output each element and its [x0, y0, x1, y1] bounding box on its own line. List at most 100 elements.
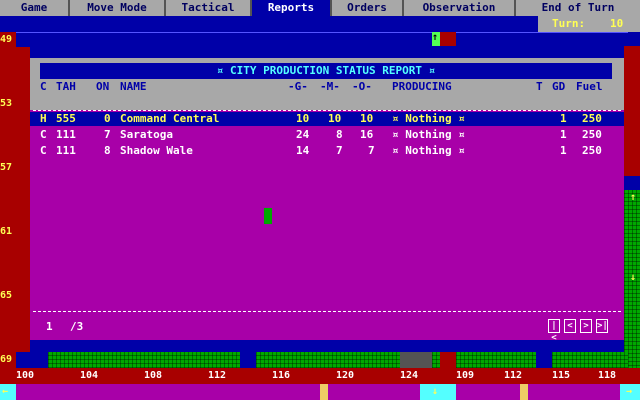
cell-g: 24	[296, 128, 310, 141]
cell-on: 8	[104, 144, 111, 157]
cell-g: 10	[296, 112, 310, 125]
menu-move-mode[interactable]: Move Mode	[70, 0, 166, 16]
map-right-red	[624, 46, 640, 176]
cell-gd: 1	[560, 128, 567, 141]
col-header-fuel: Fuel	[576, 80, 603, 93]
menu-reports[interactable]: Reports	[252, 0, 332, 16]
cell-fuel: 250	[582, 112, 602, 125]
row-coord-57: 57	[0, 162, 13, 173]
cell-on: 0	[104, 112, 111, 125]
row-coord-61: 61	[0, 226, 13, 237]
turn-indicator: Turn: 10	[538, 16, 640, 32]
col-header-c: C	[40, 80, 47, 93]
menu-observation[interactable]: Observation	[404, 0, 516, 16]
cell-producing: ¤ Nothing ¤	[392, 144, 465, 157]
cell-tah: 111	[56, 144, 76, 157]
list-top-divider	[33, 110, 621, 111]
col-header-name: NAME	[120, 80, 147, 93]
cell-name: Command Central	[120, 112, 220, 125]
cell-g: 14	[296, 144, 310, 157]
row-coord-65: 65	[0, 290, 13, 301]
cell-c: H	[40, 112, 47, 125]
cell-o: 7	[368, 144, 375, 157]
menu-bar: Game Move Mode Tactical Reports Orders O…	[0, 0, 640, 16]
scroll-up-arrow-icon[interactable]: ↑	[432, 32, 438, 44]
scroll-left-arrow-icon[interactable]: ←	[2, 386, 8, 398]
map-bottom-gray-tile	[400, 352, 432, 368]
turn-label: Turn:	[552, 17, 586, 30]
table-row[interactable]: H 555 0 Command Central 10 10 10 ¤ Nothi…	[30, 112, 624, 126]
page-total: /3	[70, 320, 84, 333]
cell-tah: 111	[56, 128, 76, 141]
col-header-m: -M-	[320, 80, 340, 93]
table-row[interactable]: C 111 8 Shadow Wale 14 7 7 ¤ Nothing ¤ 1…	[30, 144, 624, 158]
map-left-inner	[16, 46, 30, 356]
map-left-strip	[0, 32, 16, 368]
cell-m: 7	[336, 144, 343, 157]
col-coord-109: 109	[456, 370, 475, 381]
list-bottom-divider	[33, 311, 621, 312]
row-coord-69: 69	[0, 354, 13, 365]
col-coord-118: 118	[598, 370, 617, 381]
col-header-producing: PRODUCING	[392, 80, 452, 93]
col-coord-104: 104	[80, 370, 99, 381]
cell-gd: 1	[560, 144, 567, 157]
map-top-strip	[16, 32, 628, 47]
col-coord-108: 108	[144, 370, 163, 381]
menu-end-of-turn[interactable]: End of Turn	[516, 0, 640, 16]
cell-fuel: 250	[582, 128, 602, 141]
table-row[interactable]: C 111 7 Saratoga 24 8 16 ¤ Nothing ¤ 1 2…	[30, 128, 624, 142]
turn-value: 10	[610, 17, 624, 30]
row-coord-53: 53	[0, 98, 13, 109]
cell-tah: 555	[56, 112, 76, 125]
map-lower-yellow-b	[520, 384, 528, 400]
cell-name: Saratoga	[120, 128, 173, 141]
menu-game[interactable]: Game	[0, 0, 70, 16]
scroll-right-arrow-icon[interactable]: →	[626, 386, 632, 398]
scroll-up-arrow-icon-right[interactable]: ↑	[630, 192, 636, 204]
row-coord-49: 49	[0, 34, 13, 45]
col-header-t: T	[536, 80, 543, 93]
col-coord-112: 112	[208, 370, 227, 381]
cell-c: C	[40, 128, 47, 141]
report-title: ¤ CITY PRODUCTION STATUS REPORT ¤	[40, 63, 612, 79]
cell-m: 8	[336, 128, 343, 141]
cell-m: 10	[328, 112, 342, 125]
col-header-o: -O-	[352, 80, 372, 93]
cell-o: 16	[360, 128, 374, 141]
cell-c: C	[40, 144, 47, 157]
col-coord-116: 116	[272, 370, 291, 381]
col-header-on: ON	[96, 80, 110, 93]
map-bottom-red-tile	[440, 352, 456, 368]
map-top-red-tile	[440, 32, 456, 46]
cell-o: 10	[360, 112, 374, 125]
cell-fuel: 250	[582, 144, 602, 157]
cell-name: Shadow Wale	[120, 144, 193, 157]
text-cursor	[264, 208, 272, 224]
menu-tactical[interactable]: Tactical	[166, 0, 252, 16]
nav-prev-button[interactable]: <	[564, 319, 576, 333]
cell-producing: ¤ Nothing ¤	[392, 128, 465, 141]
map-bottom-water-mid	[240, 352, 256, 368]
col-coord-120: 120	[336, 370, 355, 381]
map-bottom-water-right	[536, 352, 552, 368]
col-coord-124: 124	[400, 370, 419, 381]
scroll-down-arrow-icon[interactable]: ↓	[432, 386, 438, 398]
col-header-g: -G-	[288, 80, 308, 93]
page-current: 1	[46, 320, 53, 333]
col-coord-100: 100	[16, 370, 35, 381]
nav-last-button[interactable]: >|	[596, 319, 608, 333]
map-lower-yellow-a	[320, 384, 328, 400]
cell-gd: 1	[560, 112, 567, 125]
col-coord-112b: 112	[504, 370, 523, 381]
scroll-down-arrow-icon-right[interactable]: ↓	[630, 272, 636, 284]
col-header-gd: GD	[552, 80, 566, 93]
map-bottom-water-left	[16, 352, 48, 368]
col-coord-115: 115	[552, 370, 571, 381]
cell-producing: ¤ Nothing ¤	[392, 112, 465, 125]
nav-first-button[interactable]: |<	[548, 319, 560, 343]
map-right-blue	[624, 176, 640, 190]
cell-on: 7	[104, 128, 111, 141]
menu-orders[interactable]: Orders	[332, 0, 404, 16]
nav-next-button[interactable]: >	[580, 319, 592, 333]
